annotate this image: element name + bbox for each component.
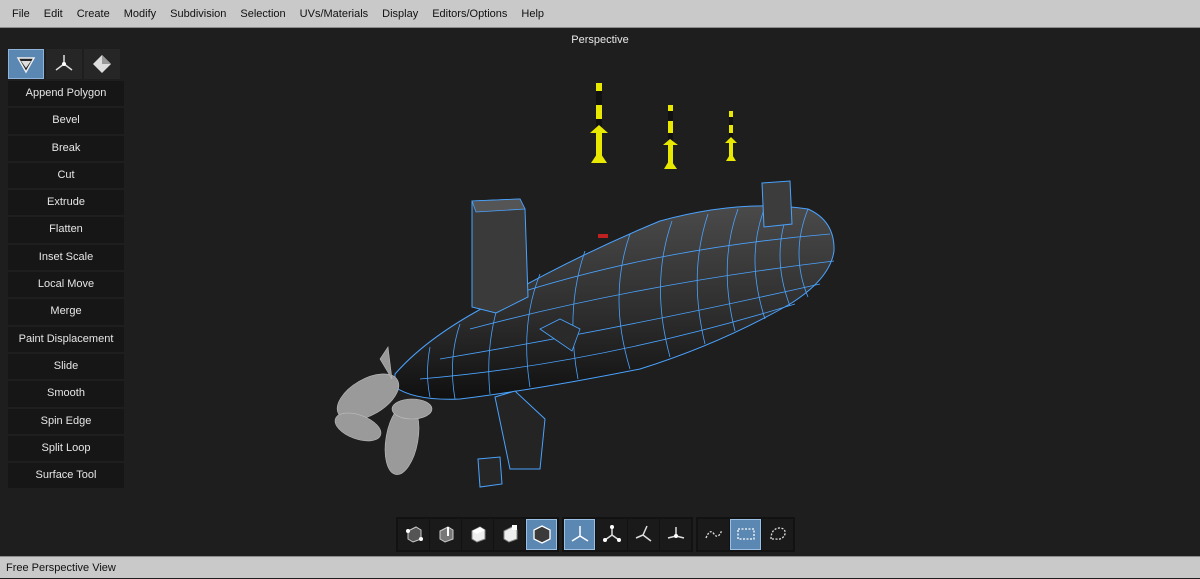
uv-select-icon bbox=[503, 525, 517, 543]
tool-paint-displacement-button[interactable]: Paint Displacement bbox=[8, 326, 124, 352]
menu-editors-options[interactable]: Editors/Options bbox=[426, 0, 513, 28]
lasso-select-icon bbox=[704, 529, 723, 539]
tool-slide-button[interactable]: Slide bbox=[8, 353, 124, 380]
tool-list: Append Polygon Bevel Break Cut Extrude Flatte… bbox=[8, 81, 124, 489]
face-mode-icon bbox=[16, 57, 36, 74]
normal-axis-button[interactable] bbox=[628, 518, 659, 550]
world-axis-button[interactable] bbox=[564, 518, 595, 550]
local-axis-icon bbox=[602, 525, 621, 542]
face-mode-button[interactable] bbox=[8, 49, 44, 79]
scene-canvas[interactable] bbox=[0, 29, 1200, 556]
vertex-mode-icon bbox=[55, 55, 73, 71]
tool-inset-scale-button[interactable]: Inset Scale bbox=[8, 244, 124, 271]
tool-split-loop-button[interactable]: Split Loop bbox=[8, 435, 124, 462]
object-mode-button[interactable] bbox=[84, 49, 120, 79]
face-select-icon bbox=[471, 526, 485, 543]
tool-extrude-button[interactable]: Extrude bbox=[8, 190, 124, 216]
bottom-toolbar bbox=[396, 516, 798, 552]
submarine-model[interactable] bbox=[330, 180, 835, 488]
menu-create[interactable]: Create bbox=[71, 0, 116, 28]
edge-select-icon bbox=[439, 526, 453, 543]
rectangle-select-button[interactable] bbox=[730, 518, 761, 550]
vertex-select-button[interactable] bbox=[398, 518, 429, 550]
rectangle-select-icon bbox=[736, 528, 755, 540]
tool-smooth-button[interactable]: Smooth bbox=[8, 381, 124, 407]
object-select-icon bbox=[532, 525, 551, 544]
selection-mode-group bbox=[396, 516, 559, 552]
face-select-button[interactable] bbox=[462, 518, 493, 550]
menu-subdivision[interactable]: Subdivision bbox=[164, 0, 232, 28]
tool-merge-button[interactable]: Merge bbox=[8, 299, 124, 325]
tool-cut-button[interactable]: Cut bbox=[8, 162, 124, 189]
menu-edit[interactable]: Edit bbox=[38, 0, 69, 28]
missiles[interactable] bbox=[590, 83, 737, 169]
viewport-perspective[interactable]: Perspective Append Polygon Bevel Break C… bbox=[0, 29, 1200, 556]
missile-3[interactable] bbox=[725, 111, 737, 161]
normal-axis-icon bbox=[635, 525, 651, 542]
edge-select-button[interactable] bbox=[430, 518, 461, 550]
menu-help[interactable]: Help bbox=[515, 0, 550, 28]
vertex-select-icon bbox=[405, 526, 423, 543]
world-axis-icon bbox=[571, 526, 588, 542]
menu-bar: File Edit Create Modify Subdivision Selection… bbox=[0, 0, 1200, 28]
menu-display[interactable]: Display bbox=[376, 0, 424, 28]
tool-append-polygon-button[interactable]: Append Polygon bbox=[8, 81, 124, 107]
tool-break-button[interactable]: Break bbox=[8, 135, 124, 161]
menu-file[interactable]: File bbox=[6, 0, 36, 28]
tool-local-move-button[interactable]: Local Move bbox=[8, 272, 124, 298]
missile-1[interactable] bbox=[590, 83, 608, 163]
viewport-title: Perspective bbox=[571, 34, 629, 46]
transform-axis-group bbox=[562, 516, 693, 552]
tool-spin-edge-button[interactable]: Spin Edge bbox=[8, 408, 124, 434]
paint-select-icon bbox=[769, 527, 786, 540]
screen-axis-icon bbox=[667, 527, 684, 539]
local-axis-button[interactable] bbox=[596, 518, 627, 550]
status-bar: Free Perspective View bbox=[0, 556, 1200, 578]
screen-axis-button[interactable] bbox=[660, 518, 691, 550]
paint-select-button[interactable] bbox=[762, 518, 793, 550]
menu-uvs-materials[interactable]: UVs/Materials bbox=[294, 0, 374, 28]
uv-select-button[interactable] bbox=[494, 518, 525, 550]
mode-selector bbox=[8, 49, 124, 79]
menu-selection[interactable]: Selection bbox=[234, 0, 291, 28]
tool-bevel-button[interactable]: Bevel bbox=[8, 108, 124, 134]
object-mode-icon bbox=[93, 55, 111, 73]
selection-shape-group bbox=[696, 516, 795, 552]
menu-modify[interactable]: Modify bbox=[118, 0, 162, 28]
tool-flatten-button[interactable]: Flatten bbox=[8, 217, 124, 243]
vertex-mode-button[interactable] bbox=[46, 49, 82, 79]
object-select-button[interactable] bbox=[526, 518, 557, 550]
lasso-select-button[interactable] bbox=[698, 518, 729, 550]
tool-panel: Append Polygon Bevel Break Cut Extrude Flatte… bbox=[8, 49, 124, 490]
tool-surface-tool-button[interactable]: Surface Tool bbox=[8, 463, 124, 489]
missile-2[interactable] bbox=[663, 105, 678, 169]
